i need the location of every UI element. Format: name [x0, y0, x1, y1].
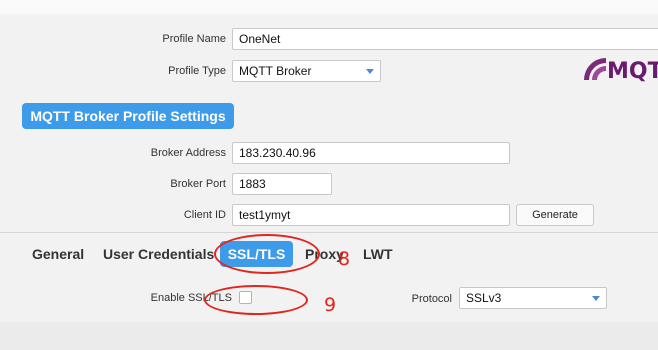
profile-type-label: Profile Type	[168, 65, 226, 77]
protocol-select[interactable]: SSLv3	[459, 287, 607, 309]
top-strip	[0, 0, 658, 14]
generate-button[interactable]: Generate	[516, 204, 594, 226]
profile-name-label: Profile Name	[162, 33, 226, 45]
protocol-label: Protocol	[411, 293, 452, 305]
section-header: MQTT Broker Profile Settings	[22, 103, 234, 129]
client-id-label: Client ID	[183, 209, 226, 221]
profile-type-value: MQTT Broker	[239, 64, 312, 78]
protocol-value: SSLv3	[466, 291, 502, 305]
annotation-circle-ssl-tab	[214, 234, 320, 274]
chevron-down-icon	[592, 296, 600, 301]
annotation-number-8: 8	[338, 248, 351, 270]
tab-general[interactable]: General	[32, 246, 84, 262]
mqtt-logo-graphic: MQTT	[584, 58, 658, 82]
broker-address-label: Broker Address	[150, 147, 226, 159]
profile-type-select[interactable]: MQTT Broker	[232, 60, 381, 82]
annotation-number-9: 9	[324, 294, 337, 316]
logo-text: MQTT	[607, 59, 658, 82]
client-id-input[interactable]: test1ymyt	[232, 204, 510, 226]
profile-name-input[interactable]: OneNet	[232, 28, 658, 50]
tab-user-credentials[interactable]: User Credentials	[103, 246, 214, 262]
broker-port-input[interactable]: 1883	[232, 173, 332, 195]
chevron-down-icon	[366, 69, 374, 74]
footer-area	[0, 322, 658, 350]
mqtt-logo: MQTT	[584, 56, 658, 82]
annotation-circle-enable-ssl	[204, 285, 308, 315]
broker-port-label: Broker Port	[170, 178, 226, 190]
tab-lwt[interactable]: LWT	[363, 246, 393, 262]
logo-arc-inner	[592, 66, 606, 80]
broker-address-input[interactable]: 183.230.40.96	[232, 142, 510, 164]
